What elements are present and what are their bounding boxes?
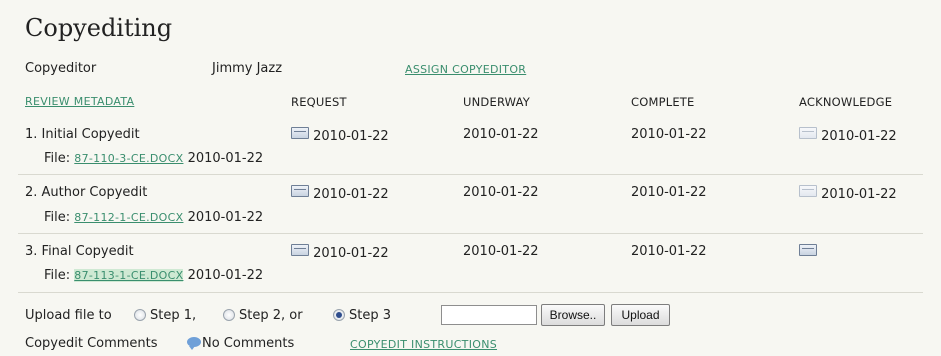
step-3-request-date: 2010-01-22 <box>313 246 389 261</box>
row-divider <box>18 233 923 234</box>
step-2-acknowledge: 2010-01-22 <box>799 185 897 203</box>
upload-step-3-option[interactable]: Step 3 <box>333 308 391 324</box>
step-2-file-date: 2010-01-22 <box>187 210 264 225</box>
step-2-complete-date: 2010-01-22 <box>631 185 707 200</box>
column-header-underway: UNDERWAY <box>463 95 531 109</box>
step-2-request: 2010-01-22 <box>291 185 389 203</box>
acknowledge-email-icon <box>799 127 817 139</box>
step-1-complete-date: 2010-01-22 <box>631 127 707 142</box>
upload-button[interactable]: Upload <box>611 304 670 326</box>
step-2-underway-date: 2010-01-22 <box>463 185 539 200</box>
step-1-file-link[interactable]: 87-110-3-CE.DOCX <box>74 152 183 165</box>
review-metadata-link[interactable]: REVIEW METADATA <box>25 94 134 110</box>
step-1-underway-date: 2010-01-22 <box>463 127 539 142</box>
step-1-file-date: 2010-01-22 <box>187 151 264 166</box>
step-2-request-date: 2010-01-22 <box>313 187 389 202</box>
step-3-file-date: 2010-01-22 <box>187 268 264 283</box>
step-3-underway-date: 2010-01-22 <box>463 244 539 259</box>
comments-status[interactable]: No Comments <box>202 336 294 351</box>
step-2-acknowledge-date: 2010-01-22 <box>821 187 897 202</box>
upload-step-2-option[interactable]: Step 2, or <box>223 308 303 324</box>
step-2-file: File: 87-112-1-CE.DOCX 2010-01-22 <box>44 210 263 226</box>
step-2-radio-label: Step 2, or <box>239 308 303 323</box>
step-3-request: 2010-01-22 <box>291 244 389 262</box>
file-label: File: <box>44 210 71 225</box>
copyeditor-name: Jimmy Jazz <box>212 61 283 76</box>
copyeditor-label: Copyeditor <box>25 61 97 76</box>
step-3-complete-date: 2010-01-22 <box>631 244 707 259</box>
step-2-file-link[interactable]: 87-112-1-CE.DOCX <box>74 211 183 224</box>
step-1-acknowledge: 2010-01-22 <box>799 127 897 145</box>
request-email-icon[interactable] <box>291 244 309 256</box>
step-1-file: File: 87-110-3-CE.DOCX 2010-01-22 <box>44 151 263 167</box>
step-3-file: File: 87-113-1-CE.DOCX 2010-01-22 <box>44 268 263 284</box>
step-1-radio[interactable] <box>134 309 146 321</box>
step-2-label: 2. Author Copyedit <box>25 185 148 200</box>
request-email-icon[interactable] <box>291 127 309 139</box>
step-1-radio-label: Step 1, <box>150 308 197 323</box>
step-3-radio[interactable] <box>333 309 345 321</box>
step-1-request: 2010-01-22 <box>291 127 389 145</box>
acknowledge-email-icon[interactable] <box>799 244 817 256</box>
column-header-complete: COMPLETE <box>631 95 695 109</box>
browse-button[interactable]: Browse.. <box>541 304 605 326</box>
file-label: File: <box>44 151 71 166</box>
request-email-icon[interactable] <box>291 185 309 197</box>
comment-bubble-icon[interactable] <box>187 337 201 350</box>
comments-link[interactable]: No Comments <box>187 336 294 352</box>
step-1-label: 1. Initial Copyedit <box>25 127 140 142</box>
step-1-acknowledge-date: 2010-01-22 <box>821 129 897 144</box>
upload-step-1-option[interactable]: Step 1, <box>134 308 196 324</box>
assign-copyeditor-link[interactable]: ASSIGN COPYEDITOR <box>405 62 526 78</box>
copyedit-instructions-link[interactable]: COPYEDIT INSTRUCTIONS <box>350 337 497 353</box>
step-1-request-date: 2010-01-22 <box>313 129 389 144</box>
upload-file-input[interactable] <box>441 305 537 325</box>
step-2-radio[interactable] <box>223 309 235 321</box>
column-header-request: REQUEST <box>291 95 347 109</box>
upload-label: Upload file to <box>25 308 112 323</box>
copyedit-comments-label: Copyedit Comments <box>25 336 158 351</box>
row-divider <box>18 174 923 175</box>
section-title: Copyediting <box>25 14 173 42</box>
step-3-radio-label: Step 3 <box>349 308 392 323</box>
file-label: File: <box>44 268 71 283</box>
column-header-acknowledge: ACKNOWLEDGE <box>799 95 893 109</box>
acknowledge-email-icon <box>799 185 817 197</box>
step-3-acknowledge <box>799 244 817 262</box>
row-divider <box>18 292 923 293</box>
step-3-file-link[interactable]: 87-113-1-CE.DOCX <box>74 269 184 282</box>
step-3-label: 3. Final Copyedit <box>25 244 134 259</box>
